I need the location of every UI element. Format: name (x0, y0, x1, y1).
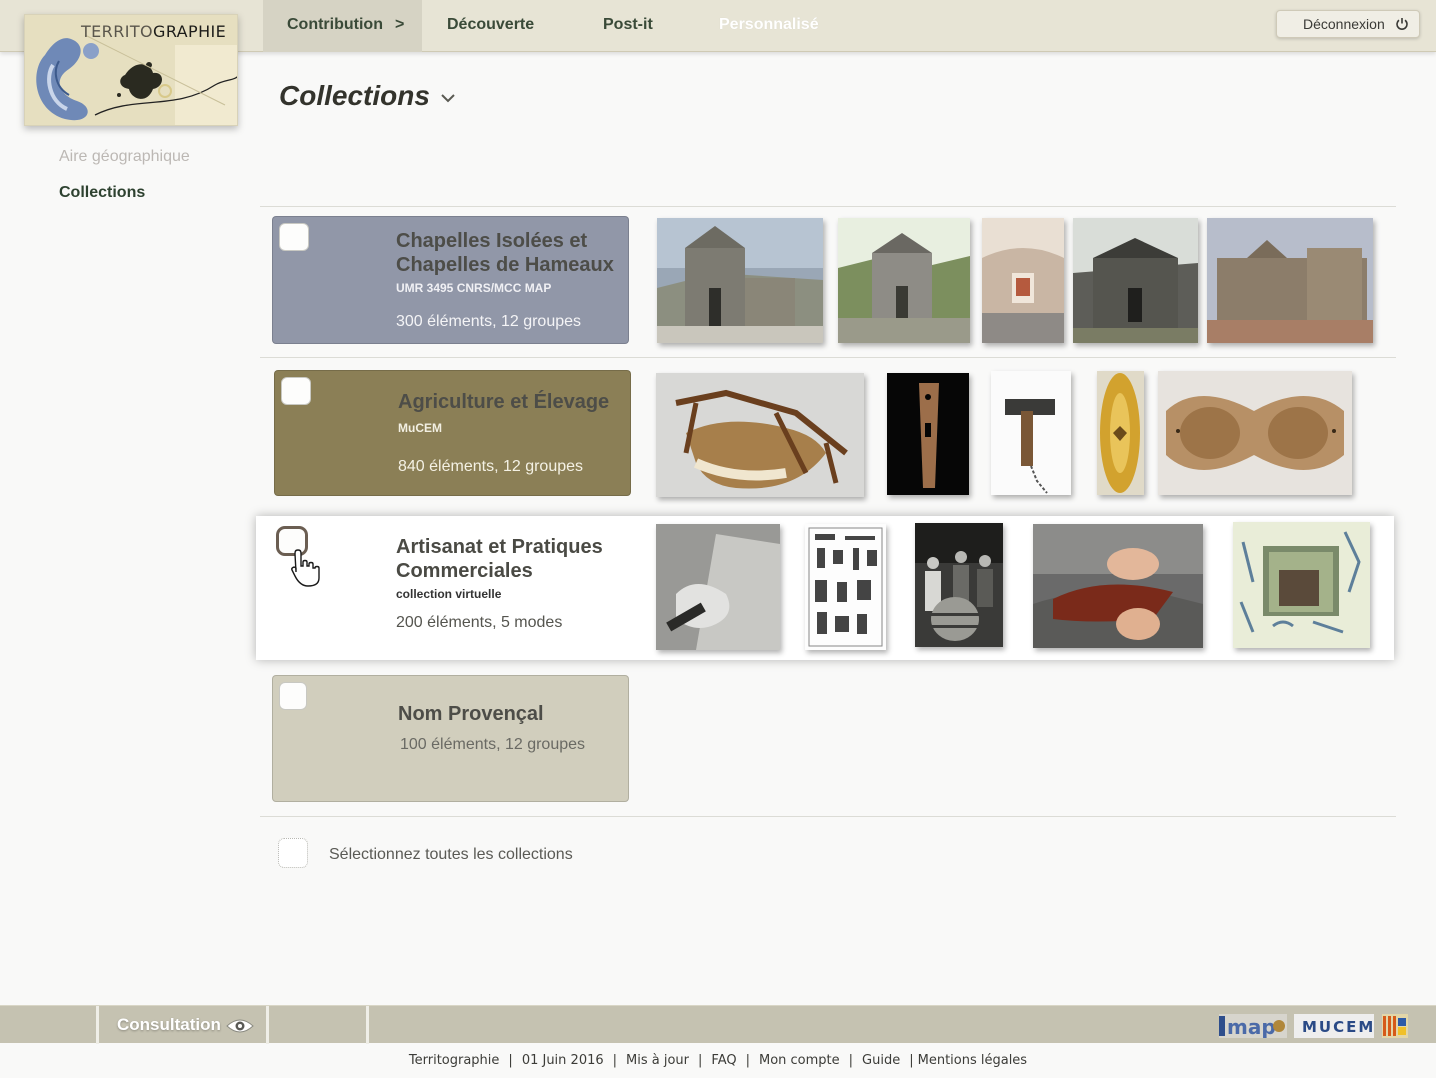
footer-faq[interactable]: FAQ (711, 1053, 736, 1068)
collection-count: 300 éléments, 12 groupes (396, 313, 582, 330)
nav-personnalise[interactable]: Personnalisé (719, 0, 819, 52)
collection-thumbnail[interactable] (1097, 371, 1144, 495)
collection-count: 200 éléments, 5 modes (396, 614, 563, 631)
collection-card-nom-provencal[interactable]: Nom Provençal 100 éléments, 12 groupes (272, 675, 629, 802)
collection-title-line-2: Commerciales (396, 560, 533, 582)
eye-icon[interactable] (226, 1018, 254, 1034)
mucem-partner-logo[interactable]: MUCEM (1294, 1014, 1374, 1038)
map-partner-logo[interactable]: map (1219, 1014, 1287, 1038)
toolbar-divider (96, 1006, 99, 1044)
collection-thumbnail[interactable] (991, 371, 1071, 495)
toolbar-divider (266, 1006, 269, 1044)
collection-thumbnail[interactable] (656, 373, 864, 497)
divider (260, 816, 1396, 817)
logo-text-a: TERRITO (81, 22, 154, 41)
nav-contribution[interactable]: Contribution > (263, 0, 422, 52)
logout-button[interactable]: Déconnexion (1276, 10, 1420, 38)
page-title: Collections (279, 80, 430, 111)
bottom-toolbar: Consultation map MUCEM (0, 1005, 1436, 1044)
footer-separator: | (848, 1053, 854, 1068)
collection-subtitle: collection virtuelle (396, 587, 502, 601)
territographie-logo[interactable]: TERRITOGRAPHIE (24, 14, 238, 126)
footer-date: 01 Juin 2016 (521, 1053, 604, 1068)
footer-separator: | (612, 1053, 618, 1068)
sidebar-item-collections[interactable]: Collections (59, 184, 145, 202)
sidebar-item-aire-geographique[interactable]: Aire géographique (59, 148, 190, 166)
collection-thumbnail[interactable] (1073, 218, 1198, 343)
footer-mon-compte[interactable]: Mon compte (759, 1053, 840, 1068)
nav-decouverte[interactable]: Découverte (447, 0, 534, 52)
collection-title-line-1: Chapelles Isolées et (396, 230, 588, 252)
collection-thumbnail[interactable] (1033, 524, 1203, 648)
footer-links: Territographie | 01 Juin 2016 | Mis à jour | F… (0, 1053, 1436, 1068)
collection-thumbnail[interactable] (656, 524, 780, 650)
collection-title-line-2: Chapelles de Hameaux (396, 254, 614, 276)
collection-title-line-1: Nom Provençal (398, 703, 544, 725)
footer-mis-a-jour[interactable]: Mis à jour (626, 1053, 689, 1068)
power-icon (1396, 18, 1408, 30)
collection-subtitle: MuCEM (398, 421, 442, 435)
logo-text-b: GRAPHIE (153, 22, 227, 41)
collection-card-chapelles[interactable]: Chapelles Isolées et Chapelles de Hameau… (272, 216, 629, 344)
chevron-down-icon[interactable] (439, 91, 457, 105)
consultation-button[interactable]: Consultation (117, 1015, 221, 1035)
footer-separator: | (698, 1053, 703, 1068)
footer-separator: | (745, 1053, 750, 1068)
collection-title-line-1: Agriculture et Élevage (398, 391, 610, 413)
collection-count: 840 éléments, 12 groupes (398, 458, 584, 475)
collection-checkbox[interactable] (279, 682, 307, 710)
region-partner-logo[interactable] (1382, 1014, 1408, 1038)
partner-1-label: map (1227, 1015, 1276, 1038)
collection-checkbox[interactable] (276, 526, 308, 556)
select-all-checkbox[interactable] (278, 838, 308, 868)
collection-thumbnail[interactable] (805, 524, 886, 650)
nav-postit[interactable]: Post-it (603, 0, 653, 52)
collection-thumbnail[interactable] (838, 218, 970, 343)
logo-wordmark: TERRITOGRAPHIE (81, 22, 226, 41)
collection-thumbnail[interactable] (1207, 218, 1373, 343)
collection-subtitle: UMR 3495 CNRS/MCC MAP (396, 281, 552, 295)
divider (260, 357, 1396, 358)
footer-mentions-legales[interactable]: Mentions légales (918, 1053, 1027, 1068)
divider (260, 206, 1396, 207)
collection-card-artisanat[interactable]: Artisanat et Pratiques Commerciales coll… (256, 516, 636, 660)
collection-thumbnail[interactable] (1158, 371, 1352, 495)
partner-2-label: MUCEM (1302, 1018, 1374, 1036)
footer-separator: | (909, 1053, 914, 1068)
collection-title-line-1: Artisanat et Pratiques (396, 536, 603, 558)
footer-separator: | (508, 1053, 513, 1068)
logout-label: Déconnexion (1303, 16, 1385, 32)
select-all-label[interactable]: Sélectionnez toutes les collections (329, 846, 573, 864)
collection-count: 100 éléments, 12 groupes (400, 736, 586, 753)
footer-territographie[interactable]: Territographie (409, 1053, 500, 1068)
nav-contribution-arrow: > (394, 16, 405, 33)
nav-contribution-label: Contribution (287, 16, 383, 33)
collection-thumbnail[interactable] (887, 373, 969, 495)
collection-thumbnail[interactable] (982, 218, 1064, 343)
collection-card-agriculture[interactable]: Agriculture et Élevage MuCEM 840 élément… (274, 370, 631, 496)
collection-thumbnail[interactable] (1233, 522, 1370, 648)
footer-guide[interactable]: Guide (862, 1053, 900, 1068)
collection-checkbox[interactable] (279, 223, 309, 251)
collection-thumbnail[interactable] (915, 523, 1003, 647)
collection-thumbnail[interactable] (657, 218, 823, 343)
toolbar-divider (366, 1006, 369, 1044)
collection-checkbox[interactable] (281, 377, 311, 405)
